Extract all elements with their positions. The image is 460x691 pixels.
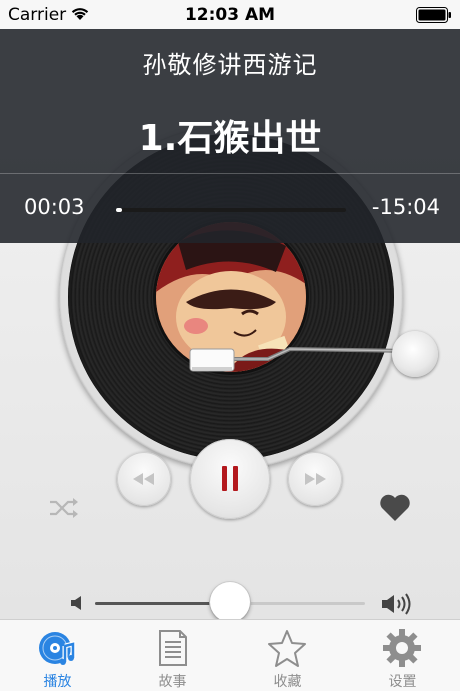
track-title: 1.石猴出世 <box>138 118 322 159</box>
pause-icon <box>222 466 238 491</box>
tonearm-pivot <box>392 331 438 377</box>
tab-stories[interactable]: 故事 <box>115 620 230 691</box>
tab-play[interactable]: 播放 <box>0 620 115 691</box>
pause-button[interactable] <box>190 439 270 519</box>
tab-stories-label: 故事 <box>158 674 187 690</box>
volume-low-icon <box>71 596 81 610</box>
gear-icon <box>383 629 421 667</box>
rewind-button[interactable] <box>117 452 171 506</box>
tab-favorites-label: 收藏 <box>273 674 302 690</box>
volume-slider-knob[interactable] <box>210 582 250 619</box>
document-list-icon <box>159 630 187 666</box>
progress-bar[interactable] <box>116 208 346 212</box>
battery-icon <box>416 7 451 23</box>
status-bar: Carrier 12:03 AM <box>0 0 460 29</box>
tab-bar: 播放 故事 收藏 设置 <box>0 619 460 691</box>
play-disc-icon <box>39 632 76 665</box>
tab-settings[interactable]: 设置 <box>345 620 460 691</box>
now-playing-overlay: 孙敬修讲西游记 1.石猴出世 00:03 -15:04 <box>0 29 460 243</box>
shuffle-icon[interactable] <box>48 496 80 520</box>
fast-forward-icon <box>305 473 326 485</box>
overlay-divider <box>0 173 460 174</box>
heart-icon[interactable] <box>379 494 411 522</box>
album-title: 孙敬修讲西游记 <box>142 51 318 79</box>
tonearm <box>189 346 414 372</box>
volume-high-icon <box>382 593 411 615</box>
tab-play-label: 播放 <box>43 674 72 690</box>
status-time: 12:03 AM <box>184 5 276 25</box>
rewind-icon <box>133 473 154 485</box>
fast-forward-button[interactable] <box>288 452 342 506</box>
progress-fill <box>116 208 122 212</box>
elapsed-time: 00:03 <box>24 195 85 219</box>
star-icon <box>268 630 306 667</box>
tab-favorites[interactable]: 收藏 <box>230 620 345 691</box>
remaining-time: -15:04 <box>371 195 440 219</box>
tab-settings-label: 设置 <box>388 674 417 690</box>
